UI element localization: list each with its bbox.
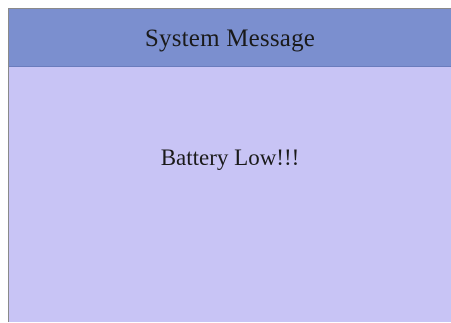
system-message-dialog: System Message Battery Low!!!	[8, 8, 451, 322]
dialog-title-bar: System Message	[9, 9, 451, 67]
dialog-message: Battery Low!!!	[160, 145, 300, 170]
dialog-body: Battery Low!!!	[9, 67, 451, 323]
dialog-title: System Message	[144, 24, 316, 52]
